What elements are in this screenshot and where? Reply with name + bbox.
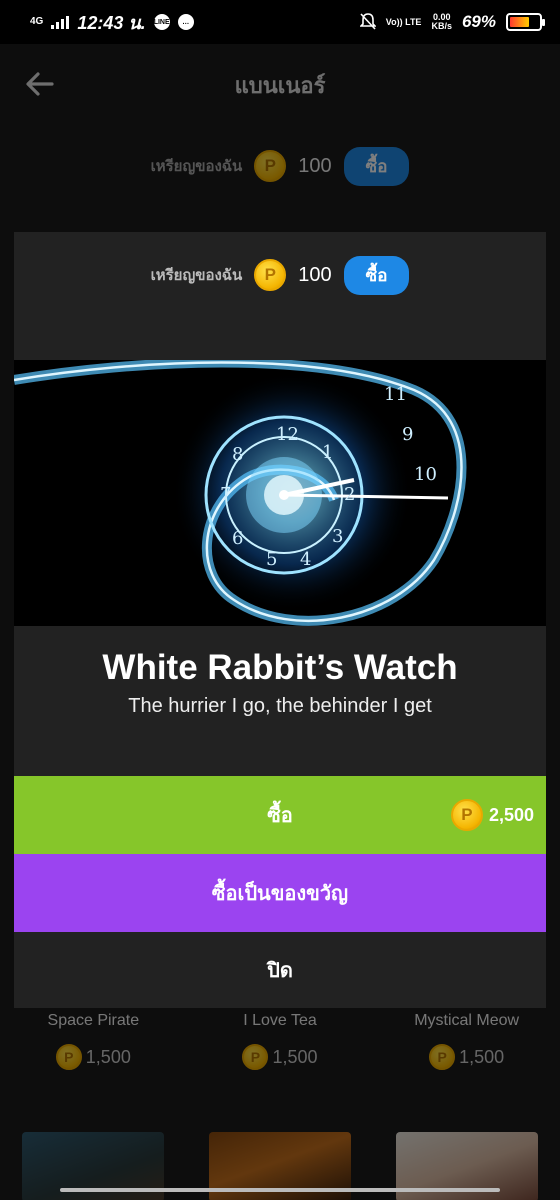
coins-label: เหรียญของฉัน (150, 267, 243, 284)
buy-price: P 2,500 (450, 799, 534, 831)
banner-description: The hurrier I go, the behinder I get (128, 695, 432, 717)
banner-purchase-dialog: เหรียญของฉัน P 100 ซื้อ 12 1 2 3 4 5 6 7… (14, 232, 546, 1008)
svg-text:11: 11 (384, 384, 407, 405)
volte-indicator: Vo)) LTE (385, 16, 422, 27)
home-indicator[interactable] (60, 1188, 500, 1192)
network-type: 4G (30, 16, 44, 27)
network-speed: 0.00 KB/s (431, 13, 452, 31)
buy-as-gift-button[interactable]: ซื้อเป็นของขวัญ (14, 854, 546, 932)
clock-spiral-illustration: 12 12 34 5 6 78 11 910 (14, 360, 546, 626)
coin-icon: P (450, 799, 483, 831)
svg-text:9: 9 (402, 424, 413, 445)
battery-level (510, 17, 530, 27)
svg-text:2: 2 (344, 484, 355, 505)
svg-text:6: 6 (232, 528, 243, 549)
speed-unit: KB/s (431, 21, 452, 31)
buy-coins-button[interactable]: ซื้อ (343, 255, 410, 295)
svg-text:4: 4 (300, 549, 311, 570)
chat-bubble-icon: … (177, 14, 194, 30)
svg-text:12: 12 (276, 424, 299, 445)
clock: 12:43 น. (77, 12, 146, 33)
notifications-off-icon (359, 13, 376, 30)
modal-coin-balance: เหรียญของฉัน P 100 ซื้อ (14, 232, 546, 318)
buy-banner-button[interactable]: ซื้อ P 2,500 (14, 776, 546, 854)
svg-text:1: 1 (322, 442, 333, 463)
svg-text:3: 3 (332, 526, 343, 547)
coin-icon: P (254, 259, 287, 291)
banner-preview-image: 12 1 2 34 5 6 78 11 9 10 (14, 360, 546, 626)
battery-percent: 69% (461, 12, 496, 31)
banner-title: White Rabbit’s Watch (102, 648, 458, 687)
coins-amount: 100 (298, 263, 332, 286)
svg-text:5: 5 (266, 549, 277, 570)
svg-text:7: 7 (220, 484, 231, 505)
signal-icon (51, 15, 70, 29)
status-bar: 4G 12:43 น. LINE … Vo)) LTE 0.00 KB/s 69… (0, 0, 560, 44)
price-value: 2,500 (488, 804, 534, 825)
close-button[interactable]: ปิด (14, 932, 546, 1008)
buy-label: ซื้อ (267, 805, 293, 827)
svg-text:8: 8 (232, 444, 243, 465)
line-app-icon: LINE (153, 14, 170, 30)
svg-text:10: 10 (414, 464, 437, 485)
battery-icon (506, 13, 545, 31)
